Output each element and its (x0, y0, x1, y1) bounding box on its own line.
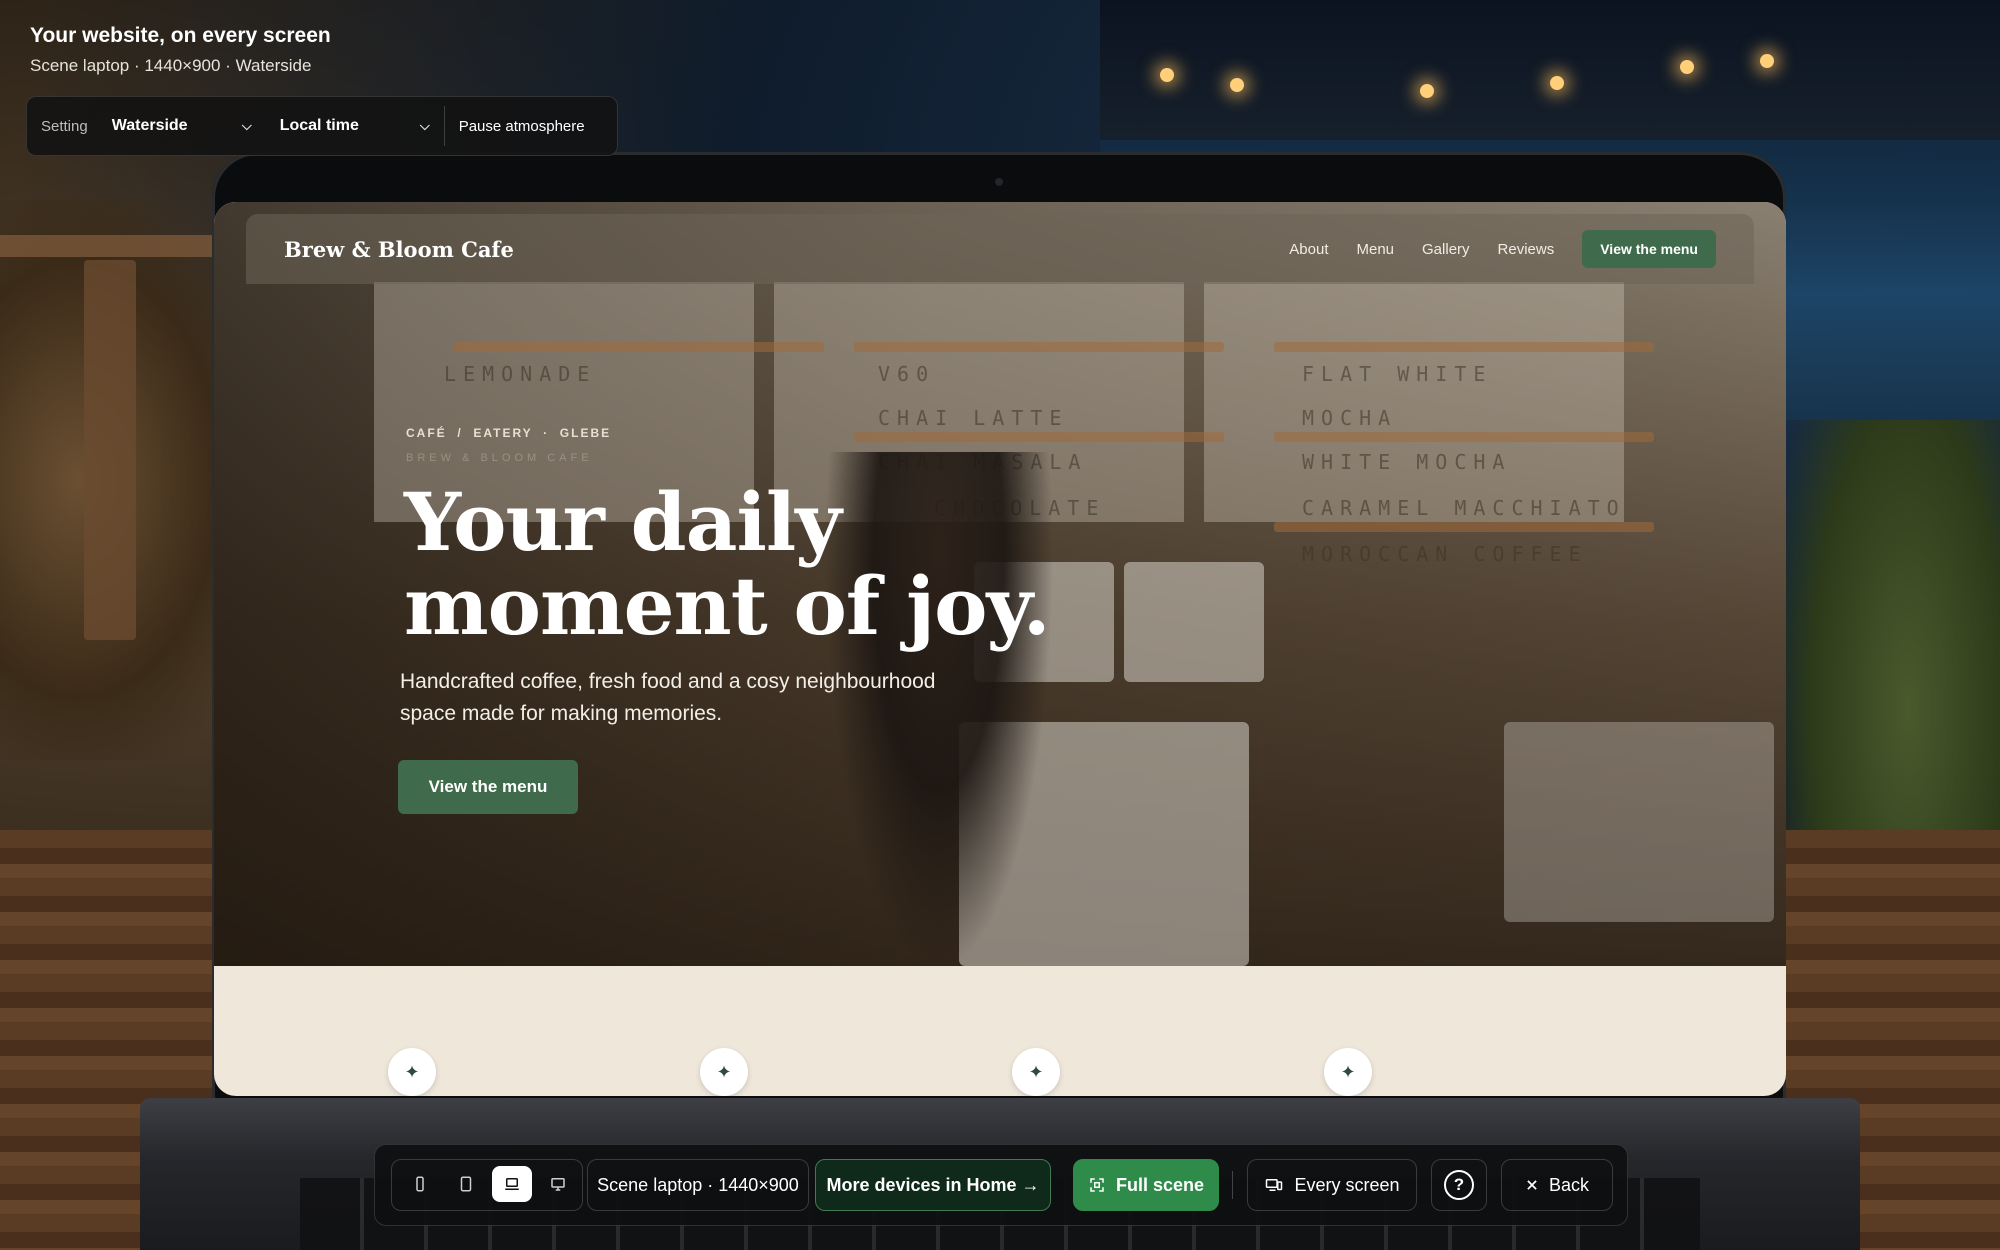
chevron-down-icon: ⌵ (419, 118, 430, 133)
scene-post (84, 260, 136, 640)
nav-link-about[interactable]: About (1289, 241, 1328, 258)
divider (1232, 1171, 1233, 1199)
phone-device-button[interactable] (400, 1166, 440, 1202)
close-icon (1527, 1180, 1537, 1190)
menu-shelf (454, 342, 824, 352)
menu-board-item: V60 (878, 362, 936, 386)
nav-link-reviews[interactable]: Reviews (1498, 241, 1555, 258)
time-select-value: Local time (279, 117, 359, 134)
menu-board-item: FLAT WHITE (1302, 362, 1493, 386)
menu-shelf (1274, 522, 1654, 532)
laptop-icon (505, 1178, 519, 1190)
menu-shelf (1274, 432, 1654, 442)
every-screen-label: Every screen (1294, 1174, 1400, 1195)
page-subtitle: Scene laptop · 1440×900 · Waterside (30, 56, 312, 75)
nav-view-menu-button[interactable]: View the menu (1582, 230, 1716, 268)
hero-headline-line-2: moment of joy. (404, 559, 1051, 653)
setting-label: Setting (41, 117, 88, 135)
menu-board-item: LEMONADE (444, 362, 597, 386)
desktop-icon (551, 1178, 565, 1191)
every-screen-button[interactable]: Every screen (1247, 1159, 1417, 1211)
menu-board-item: CHAI LATTE (878, 406, 1069, 430)
devices-icon (1266, 1179, 1283, 1191)
site-nav-links: About Menu Gallery Reviews View the menu (1289, 230, 1716, 268)
menu-board-item: MOCHA (1302, 406, 1398, 430)
menu-board (1204, 282, 1624, 522)
setting-select[interactable]: Waterside ⌵ (112, 117, 252, 135)
desktop-device-button[interactable] (538, 1166, 578, 1202)
back-label: Back (1548, 1174, 1590, 1195)
menu-shelf (854, 432, 1224, 442)
device-switcher (391, 1159, 583, 1211)
chevron-down-icon: ⌵ (241, 118, 252, 133)
nav-link-menu[interactable]: Menu (1356, 241, 1394, 258)
fullscreen-icon (1090, 1178, 1104, 1192)
hero-headline-line-1: Your daily (404, 475, 842, 569)
hero-eyebrow: CAFÉ / EATERY · GLEBE (406, 426, 612, 440)
phone-icon (416, 1176, 424, 1192)
pause-atmosphere-button[interactable]: Pause atmosphere (459, 118, 585, 135)
hero-view-menu-button[interactable]: View the menu (398, 760, 578, 814)
menu-shelf (1274, 342, 1654, 352)
hero-subheadline: Handcrafted coffee, fresh food and a cos… (400, 670, 936, 725)
site-brand[interactable]: Brew & Bloom Cafe (284, 237, 514, 262)
hero-section: LEMONADE V60 FLAT WHITE CHAI LATTE MOCHA… (214, 202, 1786, 966)
espresso-machine (1504, 722, 1774, 922)
menu-board-item: CARAMEL MACCHIATO (1302, 496, 1626, 520)
help-icon: ? (1444, 1170, 1474, 1200)
divider (443, 106, 445, 146)
menu-board-item: WHITE MOCHA (1302, 450, 1512, 474)
tablet-icon (460, 1176, 472, 1192)
laptop-screen: LEMONADE V60 FLAT WHITE CHAI LATTE MOCHA… (214, 202, 1786, 1096)
nav-link-gallery[interactable]: Gallery (1422, 241, 1470, 258)
help-button[interactable]: ? (1431, 1159, 1487, 1211)
laptop-camera (995, 178, 1003, 186)
sparkle-icon: ✦ (1324, 1048, 1372, 1096)
page-title: Your website, on every screen (30, 24, 331, 47)
full-scene-button[interactable]: Full scene (1073, 1159, 1219, 1211)
more-devices-button[interactable]: More devices in Home → (815, 1159, 1051, 1211)
bottom-toolbar: Scene laptop · 1440×900 More devices in … (374, 1144, 1628, 1226)
scene-town-lights (1120, 48, 1820, 108)
menu-shelf (854, 342, 1224, 352)
setting-select-value: Waterside (111, 117, 188, 134)
time-select[interactable]: Local time ⌵ (280, 117, 430, 135)
hero-headline: Your daily moment of joy. (404, 480, 1164, 648)
sparkle-icon: ✦ (700, 1048, 748, 1096)
menu-board-item: MOROCCAN COFFEE (1302, 542, 1588, 566)
scene-rail (0, 235, 220, 257)
tablet-device-button[interactable] (446, 1166, 486, 1202)
scene-size-label: Scene laptop · 1440×900 (587, 1159, 809, 1211)
back-button[interactable]: Back (1501, 1159, 1613, 1211)
sparkle-icon: ✦ (388, 1048, 436, 1096)
laptop-device-button[interactable] (492, 1166, 532, 1202)
site-navbar: Brew & Bloom Cafe About Menu Gallery Rev… (246, 214, 1754, 284)
setting-bar: Setting Waterside ⌵ Local time ⌵ Pause a… (26, 96, 618, 156)
full-scene-label: Full scene (1115, 1174, 1205, 1195)
hero-eyebrow-faint: BREW & BLOOM CAFE (406, 452, 593, 464)
sparkle-icon: ✦ (1012, 1048, 1060, 1096)
